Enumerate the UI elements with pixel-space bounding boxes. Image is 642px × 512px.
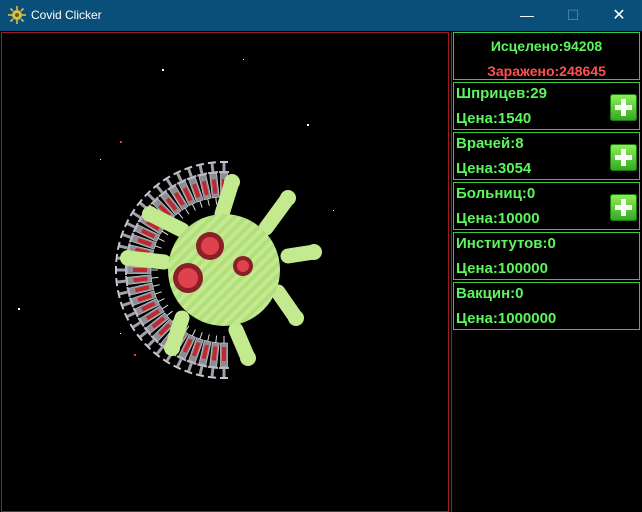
buy-syringe-button[interactable] — [610, 94, 637, 121]
window-title-bar[interactable]: Covid Clicker — ☐ ✕ — [0, 0, 642, 31]
item-price: Цена:10000 — [456, 210, 540, 227]
game-area[interactable] — [1, 32, 449, 512]
virus-app-icon — [8, 6, 26, 24]
buy-hospital-button[interactable] — [610, 194, 637, 221]
item-name: Вакцин:0 — [456, 285, 524, 302]
buy-doctor-button[interactable] — [610, 144, 637, 171]
close-button[interactable]: ✕ — [596, 0, 642, 31]
shop-item-institutes: Институтов:0 Цена:100000 — [453, 232, 640, 280]
sidebar-panel: Исцелено:94208 Заражено:248645 Шприцев:2… — [451, 32, 642, 512]
item-price: Цена:1000000 — [456, 310, 557, 327]
shop-item-doctors: Врачей:8 Цена:3054 — [453, 132, 640, 180]
syringe-icon — [218, 335, 230, 380]
plus-icon — [621, 149, 626, 166]
plus-icon — [621, 199, 626, 216]
game-canvas — [114, 160, 322, 380]
item-name: Шприцев:29 — [456, 85, 547, 102]
window-title: Covid Clicker — [31, 8, 102, 22]
shop-item-vaccines: Вакцин:0 Цена:1000000 — [453, 282, 640, 330]
healed-count: Исцелено:94208 — [490, 38, 603, 54]
item-price: Цена:1540 — [456, 110, 532, 127]
infected-count: Заражено:248645 — [487, 63, 606, 79]
plus-icon — [621, 99, 626, 116]
item-name: Институтов:0 — [456, 235, 556, 252]
item-price: Цена:100000 — [456, 260, 548, 277]
shop-item-hospitals: Больниц:0 Цена:10000 — [453, 182, 640, 230]
item-name: Врачей:8 — [456, 135, 524, 152]
minimize-button[interactable]: — — [504, 0, 550, 31]
stats-box: Исцелено:94208 Заражено:248645 — [453, 32, 640, 80]
item-name: Больниц:0 — [456, 185, 536, 202]
maximize-button[interactable]: ☐ — [550, 0, 596, 31]
shop-item-syringes: Шприцев:29 Цена:1540 — [453, 82, 640, 130]
item-price: Цена:3054 — [456, 160, 532, 177]
